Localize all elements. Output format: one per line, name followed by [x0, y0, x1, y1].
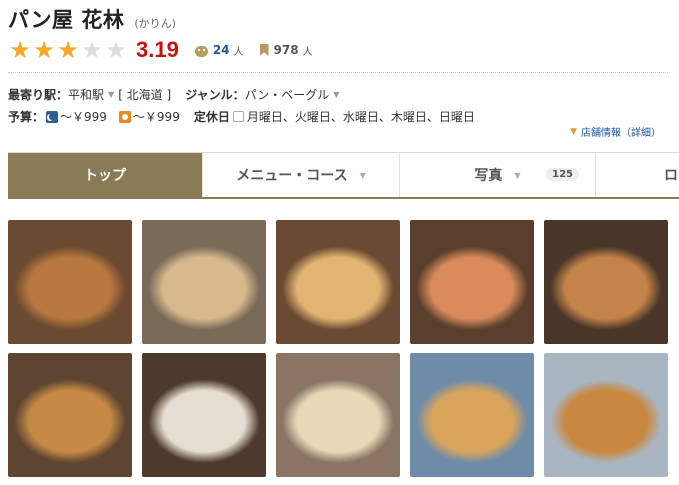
budget-label: 予算： — [8, 110, 45, 124]
tab-photos[interactable]: 写真 ▼ 125 — [400, 153, 596, 197]
star-empty-icon: ★ — [105, 36, 127, 64]
star-filled-icon: ★ — [33, 36, 55, 64]
cream-bread-photo[interactable] — [276, 353, 400, 477]
tab-top[interactable]: トップ — [8, 153, 203, 197]
saved-count-unit: 人 — [302, 46, 313, 58]
star-filled-icon: ★ — [57, 36, 79, 64]
genre-label: ジャンル： — [185, 88, 245, 102]
rating-row: ★ ★ ★ ★ ★ 3.19 24 人 978 人 — [8, 36, 313, 64]
salt-roll-photo[interactable] — [544, 220, 668, 344]
photo-count-badge: 125 — [546, 168, 579, 181]
genre-caret-icon[interactable]: ▼ — [333, 90, 339, 99]
info-row-budget-holiday: 予算： ～￥999 ～￥999 定休日 月曜日、火曜日、水曜日、木曜日、日曜日 — [8, 108, 475, 125]
shop-info-detail-link[interactable]: ▼ 店舗情報（詳細） — [570, 124, 661, 140]
dinner-budget: ～￥999 — [60, 110, 107, 124]
info-row-station-genre: 最寄り駅： 平和駅 ▼ [ 北海道 ] ジャンル： パン ・ ベーグル ▼ — [8, 86, 343, 103]
chevron-down-icon[interactable]: ▼ — [360, 171, 366, 180]
holiday-note-icon — [232, 111, 244, 122]
melon-pan-photo[interactable] — [142, 220, 266, 344]
review-bubble-icon — [194, 45, 208, 57]
review-count-unit: 人 — [233, 46, 244, 58]
station-link[interactable]: 平和駅 — [68, 86, 104, 103]
saved-count: 978 — [273, 43, 299, 57]
white-bread-photo[interactable] — [142, 353, 266, 477]
lunch-sun-icon — [118, 110, 131, 123]
tab-top-label[interactable]: トップ — [84, 165, 126, 185]
holidays: 月曜日、火曜日、水曜日、木曜日、日曜日 — [246, 110, 475, 124]
star-empty-icon: ★ — [81, 36, 103, 64]
tab-reviews-label[interactable]: ロ — [664, 165, 678, 185]
tab-photos-label[interactable]: 写真 — [474, 165, 502, 185]
lunch-budget: ～￥999 — [132, 110, 180, 124]
holiday-label: 定休日 — [193, 110, 230, 124]
shop-name: パン屋 花林 — [8, 8, 125, 32]
station-label: 最寄り駅： — [8, 88, 69, 102]
chevron-down-icon[interactable]: ▼ — [514, 171, 520, 180]
area-link[interactable]: [ 北海道 ] — [118, 86, 171, 103]
review-count[interactable]: 24 — [213, 43, 230, 57]
topped-bread-photo[interactable] — [276, 220, 400, 344]
bagged-bread-photo[interactable] — [410, 353, 534, 477]
tab-menu-course-label[interactable]: メニュー・コース — [236, 165, 347, 185]
divider — [8, 72, 668, 73]
rating-stars: ★ ★ ★ ★ ★ — [8, 38, 128, 62]
croissant-photo[interactable] — [8, 220, 132, 344]
hot-dog-photo[interactable] — [410, 220, 534, 344]
pastry-photo[interactable] — [8, 353, 132, 477]
dinner-moon-icon — [46, 110, 59, 123]
shop-reading: (かりん) — [134, 17, 176, 30]
tab-menu-course[interactable]: メニュー・コース ▼ — [203, 153, 400, 197]
genre-link-bread[interactable]: パン — [245, 86, 270, 103]
tab-reviews[interactable]: ロ — [596, 153, 679, 197]
star-filled-icon: ★ — [9, 36, 31, 64]
bookmark-icon — [259, 44, 269, 56]
bagged-croissant-photo[interactable] — [544, 353, 668, 477]
genre-link-bagel[interactable]: ベーグル — [281, 86, 329, 103]
chevron-down-icon: ▼ — [570, 126, 577, 137]
genre-separator: ・ — [269, 88, 282, 102]
tab-bar: トップ メニュー・コース ▼ 写真 ▼ 125 ロ — [8, 152, 679, 199]
shop-info-detail-label[interactable]: 店舗情報（詳細） — [581, 124, 661, 139]
station-caret-icon[interactable]: ▼ — [108, 90, 114, 99]
shop-title-row: パン屋 花林 (かりん) — [8, 4, 176, 34]
rating-score: 3.19 — [136, 37, 179, 62]
